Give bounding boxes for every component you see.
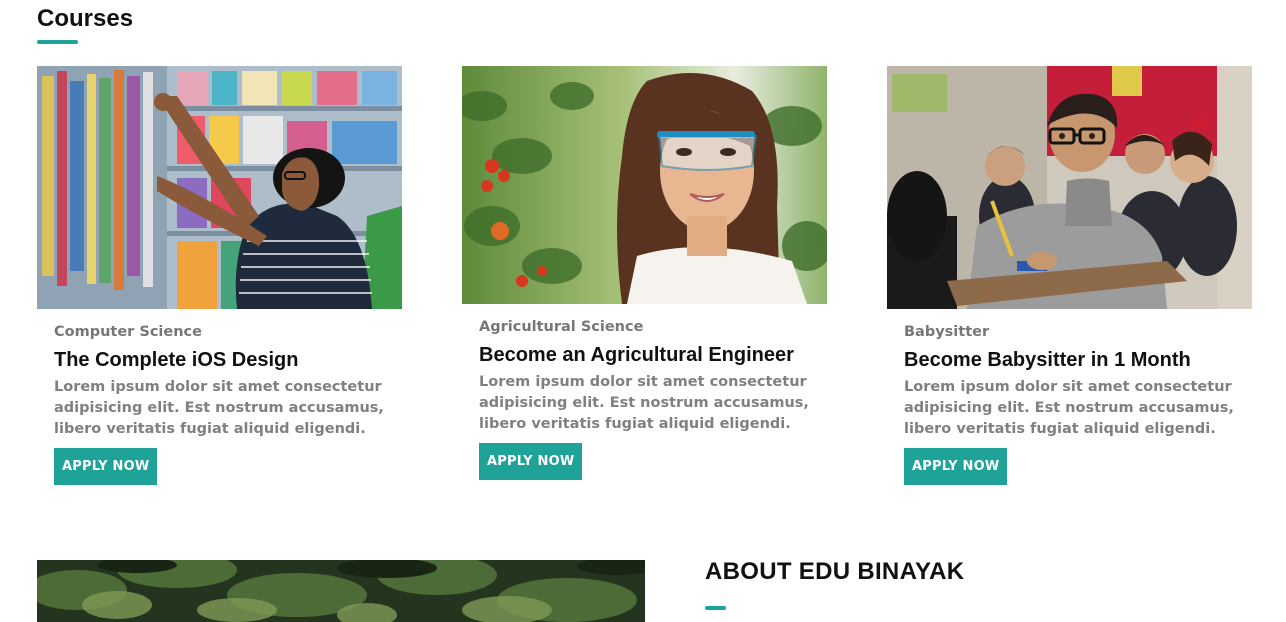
course-title: The Complete iOS Design [54, 349, 299, 371]
course-title: Become an Agricultural Engineer [479, 344, 794, 366]
course-card-ios-design: Computer Science The Complete iOS Design… [37, 66, 402, 485]
course-description: Lorem ipsum dolor sit amet consectetur a… [904, 379, 1234, 437]
courses-heading-underline [37, 40, 78, 44]
about-image [37, 560, 645, 622]
course-category: Babysitter [904, 324, 990, 340]
about-heading-underline [705, 606, 726, 610]
course-category: Computer Science [54, 324, 202, 340]
course-image-greenhouse [462, 66, 827, 304]
page: Courses Computer Science The Complete iO… [0, 0, 1286, 622]
course-image-bookstore [37, 66, 402, 309]
apply-now-button[interactable]: APPLY NOW [904, 448, 1008, 485]
course-category: Agricultural Science [479, 319, 644, 335]
course-card-babysitter: Babysitter Become Babysitter in 1 Month … [887, 66, 1252, 485]
course-image-classroom [887, 66, 1252, 309]
course-description: Lorem ipsum dolor sit amet consectetur a… [479, 374, 809, 432]
course-title: Become Babysitter in 1 Month [904, 349, 1191, 371]
apply-now-button[interactable]: APPLY NOW [479, 443, 583, 480]
apply-now-button[interactable]: APPLY NOW [54, 448, 158, 485]
course-card-agricultural-engineer: Agricultural Science Become an Agricultu… [462, 66, 827, 480]
course-description: Lorem ipsum dolor sit amet consectetur a… [54, 379, 384, 437]
about-heading: ABOUT EDU BINAYAK [705, 558, 965, 585]
courses-heading: Courses [37, 5, 134, 32]
